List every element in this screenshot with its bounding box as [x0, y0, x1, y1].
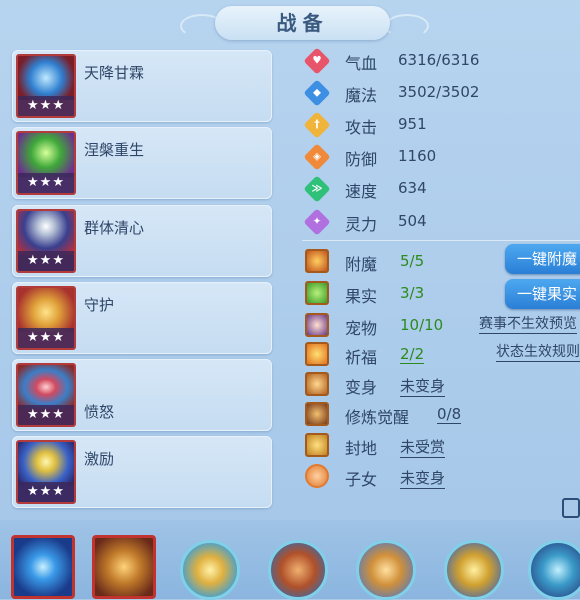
masked-warrior-icon: ★★★: [16, 209, 76, 273]
stats-divider: [302, 240, 580, 241]
row-value: 10/10: [400, 316, 444, 334]
heart-icon: ♥: [303, 47, 331, 75]
skill-stars: ★★★: [18, 251, 74, 271]
stat-value: 951: [398, 115, 427, 133]
golden-dragon-icon: ★★★: [16, 286, 76, 350]
stat-label: 防御: [345, 150, 378, 169]
row-value: 3/3: [400, 284, 425, 302]
row-label: 封地: [345, 439, 378, 458]
lightning-warrior-icon: ★★★: [16, 440, 76, 504]
golden-figure-slot-icon[interactable]: [180, 540, 240, 600]
stat-label: 速度: [345, 182, 378, 201]
land-icon: [305, 433, 329, 457]
edit-icon[interactable]: [562, 498, 580, 518]
spirit-icon: ✦: [303, 208, 331, 236]
skill-stars: ★★★: [18, 328, 74, 348]
stat-value: 6316/6316: [398, 51, 480, 69]
skill-name: 激励: [84, 450, 115, 468]
enchant-all-button[interactable]: 一键附魔: [505, 244, 580, 274]
stat-value: 3502/3502: [398, 83, 480, 101]
row-value: 5/5: [400, 252, 425, 270]
fruit-icon: [305, 281, 329, 305]
skill-card-3[interactable]: ★★★ 群体清心: [12, 205, 272, 277]
row-label: 修炼觉醒: [345, 408, 410, 427]
treasure-pot-slot-icon[interactable]: [92, 535, 156, 599]
crystal-slot-icon[interactable]: [528, 540, 580, 600]
enchant-icon: [305, 249, 329, 273]
page-title: 战备: [215, 6, 390, 40]
fruit-all-button[interactable]: 一键果实: [505, 279, 580, 309]
stat-label: 气血: [345, 54, 378, 73]
row-value[interactable]: 0/8: [437, 405, 462, 424]
transform-icon: [305, 372, 329, 396]
pet-icon: [305, 313, 329, 337]
row-label: 宠物: [345, 319, 378, 338]
sword-icon: †: [303, 111, 331, 139]
stat-label: 攻击: [345, 118, 378, 137]
skill-card-1[interactable]: ★★★ 天降甘霖: [12, 50, 272, 122]
skill-name: 愤怒: [84, 403, 115, 421]
skill-name: 涅槃重生: [84, 141, 145, 159]
stat-label: 灵力: [345, 215, 378, 234]
scroll-slot-icon[interactable]: [268, 540, 328, 600]
bless-icon: [305, 342, 329, 366]
skill-card-2[interactable]: ★★★ 涅槃重生: [12, 127, 272, 199]
mana-icon: ◆: [303, 79, 331, 107]
general-slot-icon[interactable]: [444, 540, 504, 600]
star-orb-slot-icon[interactable]: [11, 535, 75, 599]
status-rules-link[interactable]: 状态生效规则: [496, 343, 580, 362]
phoenix-green-icon: ★★★: [16, 131, 76, 195]
stat-value: 634: [398, 179, 427, 197]
skill-card-6[interactable]: ★★★ 激励: [12, 436, 272, 508]
event-preview-link[interactable]: 赛事不生效预览: [479, 315, 577, 334]
row-value[interactable]: 未受赏: [400, 436, 446, 458]
skill-stars: ★★★: [18, 405, 74, 425]
skill-name: 天降甘霖: [84, 64, 145, 82]
speed-icon: ≫: [303, 175, 331, 203]
row-value[interactable]: 未变身: [400, 467, 446, 489]
skill-card-4[interactable]: ★★★ 守护: [12, 282, 272, 354]
skill-stars: ★★★: [18, 482, 74, 502]
skill-stars: ★★★: [18, 96, 74, 116]
row-label: 祈福: [345, 348, 378, 367]
awaken-icon: [305, 402, 329, 426]
shield-icon: ◈: [303, 143, 331, 171]
child-icon: [305, 464, 329, 488]
dragon-water-icon: ★★★: [16, 54, 76, 118]
title-right-deco: [385, 14, 429, 38]
monk-slot-icon[interactable]: [356, 540, 416, 600]
row-label: 变身: [345, 378, 378, 397]
stat-label: 魔法: [345, 86, 378, 105]
row-label: 果实: [345, 287, 378, 306]
skill-name: 群体清心: [84, 219, 145, 237]
stat-value: 1160: [398, 147, 437, 165]
skill-stars: ★★★: [18, 173, 74, 193]
row-label: 子女: [345, 470, 378, 489]
eye-orb-icon: ★★★: [16, 363, 76, 427]
skill-card-5[interactable]: ★★★ 愤怒: [12, 359, 272, 431]
row-label: 附魔: [345, 255, 378, 274]
skill-name: 守护: [84, 296, 115, 314]
stat-value: 504: [398, 212, 427, 230]
row-value[interactable]: 2/2: [400, 345, 425, 364]
row-value[interactable]: 未变身: [400, 375, 446, 397]
